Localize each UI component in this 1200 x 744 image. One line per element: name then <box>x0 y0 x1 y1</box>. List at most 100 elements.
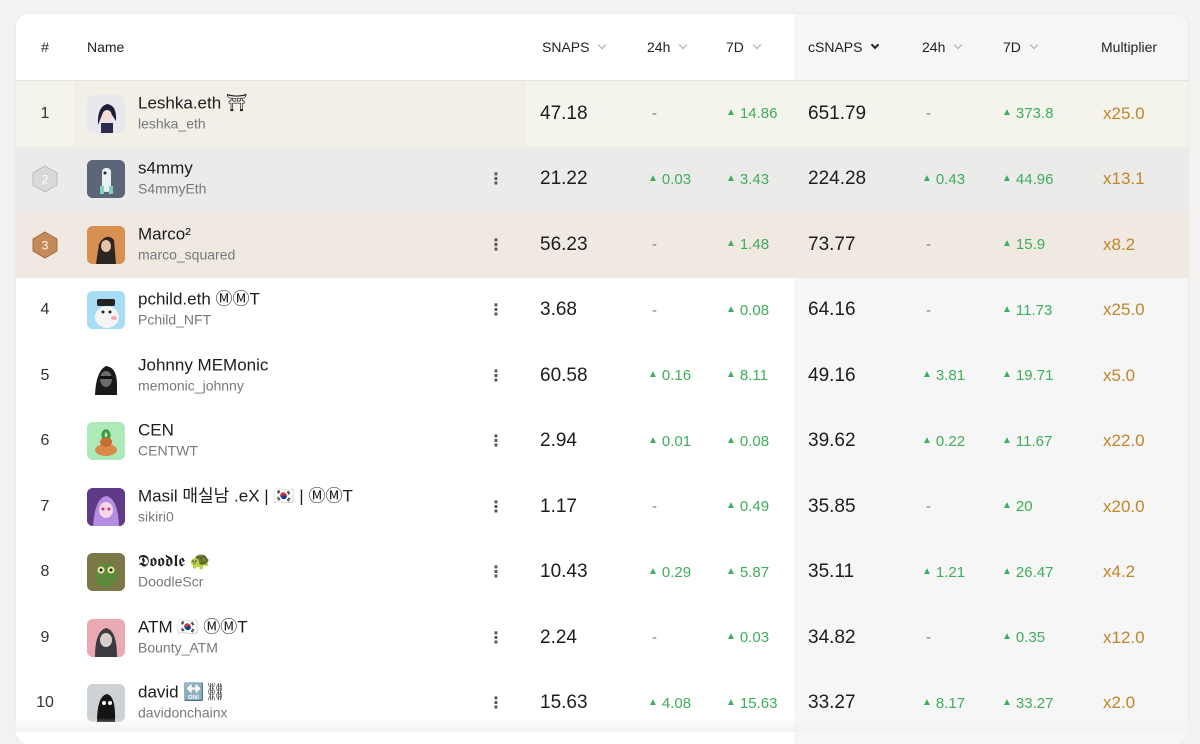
handle: sikiri0 <box>138 506 353 526</box>
csnaps-7d-change: 15.9 <box>1002 212 1045 278</box>
table-row[interactable]: 1 Leshka.eth ⛩leshka_eth 47.18 - 14.86 6… <box>16 81 1188 147</box>
snaps-value: 1.17 <box>540 474 577 540</box>
avatar[interactable] <box>87 488 125 526</box>
csnaps-24h-change: - <box>922 212 931 278</box>
csnaps-value: 35.85 <box>808 474 856 540</box>
avatar[interactable] <box>87 684 125 722</box>
csnaps-24h-change: - <box>922 605 931 671</box>
display-name[interactable]: Johnny MEMonic <box>138 354 268 375</box>
snaps-value: 3.68 <box>540 278 577 344</box>
more-menu-icon[interactable]: ⋮ <box>489 343 503 409</box>
rank-cell: 8 <box>16 540 74 606</box>
header-snaps[interactable]: SNAPS <box>542 14 605 80</box>
display-name[interactable]: ATM 🇰🇷 ⓂⓂT <box>138 616 248 637</box>
avatar[interactable] <box>87 619 125 657</box>
display-name[interactable]: Leshka.eth ⛩ <box>138 92 247 113</box>
snaps-24h-change: - <box>648 474 657 540</box>
snaps-7d-change: 5.87 <box>726 540 769 606</box>
csnaps-24h-change: 0.22 <box>922 409 965 475</box>
medal-rank-label: 3 <box>42 238 49 252</box>
more-menu-icon[interactable]: ⋮ <box>489 474 503 540</box>
avatar-image <box>87 226 125 264</box>
more-menu-icon[interactable]: ⋮ <box>489 409 503 475</box>
handle: DoodleScr <box>138 572 211 592</box>
table-row[interactable]: 4 pchild.eth ⓂⓂTPchild_NFT ⋮ 3.68 - 0.08… <box>16 278 1188 344</box>
name-cell: pchild.eth ⓂⓂTPchild_NFT <box>74 278 526 344</box>
rank-cell: 7 <box>16 474 74 540</box>
display-name[interactable]: 𝕯𝖔𝖔𝖉𝖑𝖊 🐢 <box>138 551 211 572</box>
multiplier-value: x25.0 <box>1103 278 1145 344</box>
header-name: Name <box>87 14 124 80</box>
avatar[interactable] <box>87 95 125 133</box>
avatar-image <box>87 684 125 722</box>
table-row[interactable]: 6 CENCENTWT ⋮ 2.94 0.01 0.08 39.62 0.22 … <box>16 409 1188 475</box>
table-row[interactable]: 2 s4mmyS4mmyEth ⋮ 21.22 0.03 3.43 224.28… <box>16 147 1188 213</box>
chevron-down-icon <box>871 41 879 49</box>
snaps-value: 47.18 <box>540 81 588 147</box>
table-row[interactable]: 5 Johnny MEMonicmemonic_johnny ⋮ 60.58 0… <box>16 343 1188 409</box>
silver-medal-icon: 2 <box>32 165 58 193</box>
avatar[interactable] <box>87 553 125 591</box>
csnaps-value: 651.79 <box>808 81 866 147</box>
avatar[interactable] <box>87 291 125 329</box>
csnaps-value: 73.77 <box>808 212 856 278</box>
name-cell: Marco²marco_squared <box>74 212 526 278</box>
avatar[interactable] <box>87 357 125 395</box>
chevron-down-icon <box>598 41 606 49</box>
header-multiplier[interactable]: Multiplier <box>1101 14 1157 80</box>
more-menu-icon[interactable]: ⋮ <box>489 540 503 606</box>
table-row[interactable]: 8 𝕯𝖔𝖔𝖉𝖑𝖊 🐢DoodleScr ⋮ 10.43 0.29 5.87 35… <box>16 540 1188 606</box>
snaps-24h-change: 0.29 <box>648 540 691 606</box>
csnaps-value: 39.62 <box>808 409 856 475</box>
display-name[interactable]: Masil 매실남 .eX | 🇰🇷 | ⓂⓂT <box>138 485 353 506</box>
name-cell: CENCENTWT <box>74 409 526 475</box>
multiplier-value: x5.0 <box>1103 343 1135 409</box>
display-name[interactable]: Marco² <box>138 223 235 244</box>
more-menu-icon[interactable]: ⋮ <box>489 605 503 671</box>
handle: memonic_johnny <box>138 375 268 395</box>
table-row[interactable]: 3 Marco²marco_squared ⋮ 56.23 - 1.48 73.… <box>16 212 1188 278</box>
avatar[interactable] <box>87 160 125 198</box>
more-menu-icon[interactable]: ⋮ <box>489 147 503 213</box>
medal-rank-label: 2 <box>42 173 49 187</box>
snaps-7d-change: 0.08 <box>726 409 769 475</box>
csnaps-24h-change: - <box>922 81 931 147</box>
handle: CENTWT <box>138 441 198 461</box>
header-csnaps[interactable]: cSNAPS <box>808 14 878 80</box>
header-csnaps-24h[interactable]: 24h <box>922 14 961 80</box>
display-name[interactable]: CEN <box>138 420 198 441</box>
csnaps-24h-change: 1.21 <box>922 540 965 606</box>
snaps-24h-change: 0.01 <box>648 409 691 475</box>
handle: leshka_eth <box>138 113 247 133</box>
csnaps-7d-change: 11.73 <box>1002 278 1052 344</box>
more-menu-icon[interactable]: ⋮ <box>489 212 503 278</box>
multiplier-value: x13.1 <box>1103 147 1145 213</box>
display-name[interactable]: david 🔛⛓ <box>138 682 228 703</box>
display-name[interactable]: pchild.eth ⓂⓂT <box>138 289 260 310</box>
avatar[interactable] <box>87 226 125 264</box>
snaps-value: 2.24 <box>540 605 577 671</box>
csnaps-value: 34.82 <box>808 605 856 671</box>
snaps-7d-change: 0.03 <box>726 605 769 671</box>
csnaps-value: 49.16 <box>808 343 856 409</box>
snaps-24h-change: 0.16 <box>648 343 691 409</box>
header-snaps-7d[interactable]: 7D <box>726 14 760 80</box>
header-snaps-24h-label: 24h <box>647 39 670 55</box>
table-row[interactable]: 7 Masil 매실남 .eX | 🇰🇷 | ⓂⓂTsikiri0 ⋮ 1.17… <box>16 474 1188 540</box>
table-header: # Name SNAPS 24h 7D cSNAPS 24h 7D Multip… <box>16 14 1188 81</box>
header-csnaps-7d[interactable]: 7D <box>1003 14 1037 80</box>
chevron-down-icon <box>679 41 687 49</box>
header-csnaps-24h-label: 24h <box>922 39 945 55</box>
csnaps-24h-change: 3.81 <box>922 343 965 409</box>
snaps-24h-change: 0.03 <box>648 147 691 213</box>
avatar[interactable] <box>87 422 125 460</box>
snaps-7d-change: 0.49 <box>726 474 769 540</box>
header-snaps-24h[interactable]: 24h <box>647 14 686 80</box>
handle: marco_squared <box>138 244 235 264</box>
csnaps-7d-change: 19.71 <box>1002 343 1053 409</box>
header-csnaps-7d-label: 7D <box>1003 39 1021 55</box>
table-row[interactable]: 9 ATM 🇰🇷 ⓂⓂTBounty_ATM ⋮ 2.24 - 0.03 34.… <box>16 605 1188 671</box>
display-name[interactable]: s4mmy <box>138 158 206 179</box>
more-menu-icon[interactable]: ⋮ <box>489 278 503 344</box>
snaps-value: 56.23 <box>540 212 588 278</box>
